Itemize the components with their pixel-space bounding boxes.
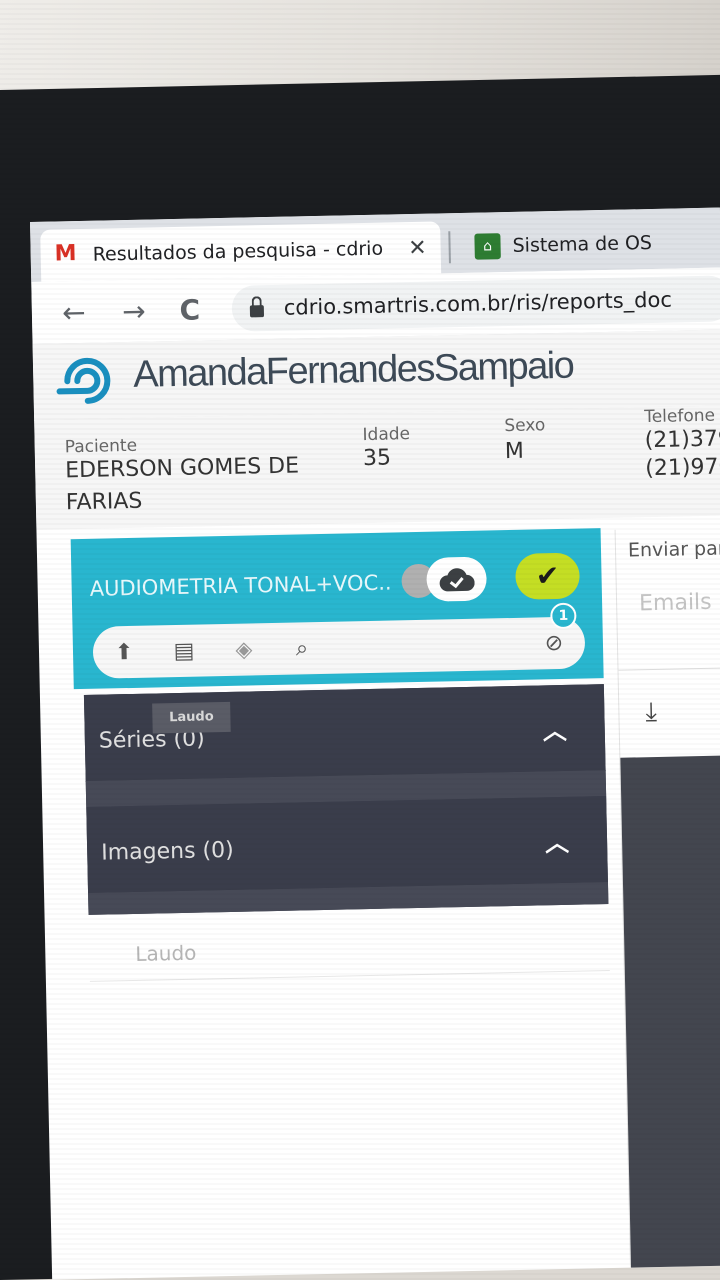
laudo-tooltip: Laudo bbox=[152, 701, 231, 734]
brand-name: AmandaFernandesSampaio bbox=[132, 344, 574, 396]
search-icon[interactable]: ⌕ bbox=[289, 636, 316, 663]
chevron-up-icon[interactable]: ︿ bbox=[545, 823, 570, 858]
check-button[interactable]: ✔ bbox=[515, 552, 581, 600]
document-icon[interactable]: ▤ bbox=[171, 639, 198, 666]
upload-icon[interactable]: ⬆ bbox=[111, 640, 138, 667]
close-icon[interactable]: ✕ bbox=[408, 235, 427, 260]
sistema-os-favicon-icon: ⌂ bbox=[474, 233, 501, 260]
laudo-section-label[interactable]: Laudo bbox=[135, 941, 197, 966]
patient-info: Paciente EDERSON GOMES DE FARIAS Idade 3… bbox=[34, 405, 720, 530]
sex-label: Sexo bbox=[504, 415, 546, 437]
cloud-check-icon bbox=[439, 568, 475, 592]
send-panel: Enviar par Emails ⤓ bbox=[614, 527, 720, 1278]
gmail-icon bbox=[54, 245, 80, 266]
patient-name-line2: FARIAS bbox=[65, 488, 143, 516]
send-panel-title: Enviar par bbox=[627, 537, 720, 562]
images-section-header[interactable]: Imagens (0) ︿ bbox=[86, 796, 608, 894]
back-button[interactable]: ← bbox=[56, 295, 93, 332]
tab-title: Resultados da pesquisa - cdrio bbox=[92, 237, 384, 266]
divider bbox=[89, 970, 610, 982]
age-value: 35 bbox=[362, 445, 392, 472]
patient-name: EDERSON GOMES DE bbox=[64, 453, 300, 484]
download-icon[interactable]: ⤓ bbox=[645, 697, 657, 728]
cloud-sync-button[interactable] bbox=[426, 556, 488, 602]
lock-icon bbox=[249, 305, 265, 318]
exam-toolbar: ⬆ ▤ ◈ ⌕ ⊘ bbox=[92, 616, 586, 679]
exam-card: AUDIOMETRIA TONAL+VOC... ✔ ⬆ ▤ ◈ ⌕ ⊘ 1 bbox=[70, 528, 604, 690]
reload-button[interactable]: C bbox=[172, 292, 209, 329]
exam-title[interactable]: AUDIOMETRIA TONAL+VOC... bbox=[89, 571, 389, 601]
brand-logo-icon bbox=[56, 357, 111, 404]
preview-area bbox=[620, 755, 720, 1278]
url-text: cdrio.smartris.com.br/ris/reports_doc bbox=[283, 287, 673, 320]
tab-title: Sistema de OS bbox=[512, 231, 653, 257]
divider bbox=[618, 667, 720, 671]
chevron-up-icon[interactable]: ︿ bbox=[542, 711, 567, 746]
images-label: Imagens (0) bbox=[100, 837, 234, 866]
tab-separator bbox=[448, 231, 451, 264]
sex-value: M bbox=[504, 438, 525, 465]
tab-sistema-os[interactable]: ⌂ Sistema de OS bbox=[466, 215, 720, 273]
monitor-screen: Resultados da pesquisa - cdrio ✕ ⌂ Siste… bbox=[30, 207, 720, 1280]
paperclip-icon[interactable]: ⊘ bbox=[541, 631, 568, 658]
emails-input[interactable]: Emails bbox=[639, 590, 712, 617]
address-bar[interactable]: cdrio.smartris.com.br/ris/reports_doc bbox=[231, 275, 720, 332]
phone-2: (21)970 bbox=[645, 454, 720, 482]
tab-gmail[interactable]: Resultados da pesquisa - cdrio ✕ bbox=[40, 221, 442, 282]
forward-button[interactable]: → bbox=[116, 293, 153, 330]
eye-icon[interactable]: ◈ bbox=[231, 637, 258, 664]
